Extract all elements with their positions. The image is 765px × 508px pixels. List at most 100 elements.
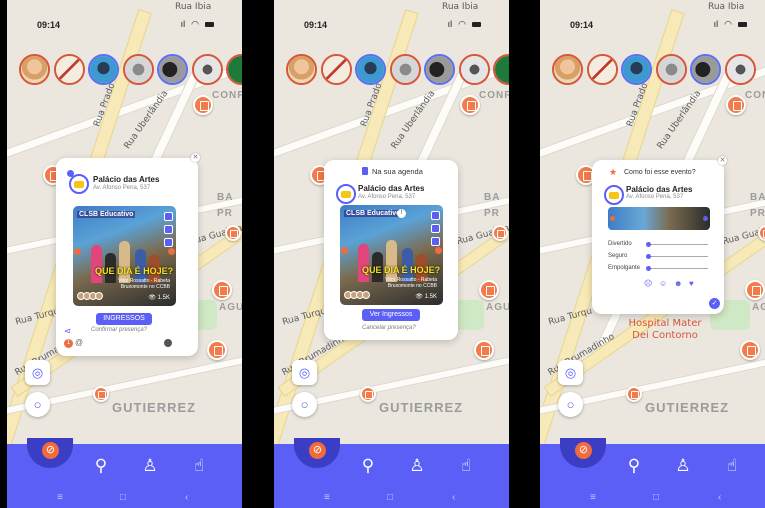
rating-slider-handle[interactable]: [646, 266, 651, 271]
locate-button[interactable]: ○: [25, 392, 50, 417]
back-icon[interactable]: ‹: [185, 492, 188, 503]
map-pin[interactable]: [460, 95, 480, 115]
calendar-icon[interactable]: [431, 224, 440, 233]
compass-icon[interactable]: ⊘: [307, 440, 328, 461]
search-icon[interactable]: ⚲: [356, 456, 380, 476]
profile-icon[interactable]: ♙: [671, 456, 695, 476]
map-pin[interactable]: [93, 386, 109, 402]
avatar[interactable]: [88, 54, 119, 85]
user-icon[interactable]: [164, 339, 172, 347]
prev-arrow-icon[interactable]: [74, 248, 81, 255]
rating-slider-handle[interactable]: [646, 242, 651, 247]
compass-icon[interactable]: ⊘: [573, 440, 594, 461]
menu-icon[interactable]: ≡: [57, 492, 63, 503]
avatar[interactable]: [655, 54, 687, 85]
confirm-attendance-link[interactable]: Confirmar presença?: [91, 327, 147, 333]
tickets-button[interactable]: INGRESSOS: [96, 313, 152, 325]
scan-button[interactable]: ◎: [558, 360, 583, 385]
back-icon[interactable]: ‹: [452, 492, 455, 503]
back-icon[interactable]: ‹: [718, 492, 721, 503]
next-arrow-icon[interactable]: [168, 248, 175, 255]
locate-button[interactable]: ○: [558, 392, 583, 417]
prev-arrow-icon[interactable]: [341, 247, 348, 254]
next-arrow-icon[interactable]: [435, 247, 442, 254]
share-icon[interactable]: ⋖: [64, 326, 72, 337]
compass-icon[interactable]: ⊘: [40, 440, 61, 461]
calendar-icon[interactable]: [164, 225, 173, 234]
avatar[interactable]: [157, 54, 188, 85]
map-pin[interactable]: [479, 280, 499, 300]
district-label: GUTIERREZ: [379, 400, 464, 415]
avatar[interactable]: [424, 54, 455, 85]
hand-icon[interactable]: ☝: [720, 456, 744, 476]
next-arrow-icon[interactable]: [703, 216, 708, 221]
avatar[interactable]: [389, 54, 421, 85]
info-icon[interactable]: [164, 238, 173, 247]
avatar[interactable]: [690, 54, 721, 85]
avatar[interactable]: [122, 54, 154, 85]
close-icon[interactable]: ✕: [718, 156, 727, 165]
hand-icon[interactable]: ☝: [187, 456, 211, 476]
map-pin[interactable]: [225, 225, 241, 241]
map-pin[interactable]: [207, 340, 227, 360]
rating-slider-exciting[interactable]: [646, 268, 708, 269]
share-icon[interactable]: [164, 212, 173, 221]
prev-arrow-icon[interactable]: [610, 216, 615, 221]
happy-face-icon[interactable]: ☻: [674, 279, 682, 288]
rating-slider-fun[interactable]: [646, 244, 708, 245]
event-poster[interactable]: CLSB Educativo ! QUE DIA É HOJE? Vitor R…: [340, 205, 443, 305]
map-pin[interactable]: [740, 340, 760, 360]
neutral-face-icon[interactable]: ☺: [659, 279, 667, 288]
avatar[interactable]: [458, 54, 490, 85]
map-pin[interactable]: [745, 280, 765, 300]
map-pin[interactable]: [474, 340, 494, 360]
share-icon[interactable]: [431, 211, 440, 220]
map-pin[interactable]: [212, 280, 232, 300]
view-tickets-button[interactable]: Ver Ingressos: [362, 309, 420, 321]
sad-face-icon[interactable]: ☹: [644, 279, 652, 288]
event-thumbnail[interactable]: [608, 207, 710, 230]
locate-button[interactable]: ○: [292, 392, 317, 417]
avatar[interactable]: [226, 54, 242, 85]
battery-icon: [738, 22, 747, 27]
info-icon[interactable]: [431, 237, 440, 246]
event-poster[interactable]: CLSB Educativo QUE DIA É HOJE? Vitor Ros…: [73, 206, 176, 306]
profile-icon[interactable]: ♙: [138, 456, 162, 476]
scan-button[interactable]: ◎: [292, 360, 317, 385]
hand-icon[interactable]: ☝: [454, 456, 478, 476]
avatar[interactable]: [355, 54, 386, 85]
map-pin[interactable]: [626, 386, 642, 402]
avatar[interactable]: [724, 54, 756, 85]
map-pin[interactable]: [193, 95, 213, 115]
avatar[interactable]: [552, 54, 583, 85]
submit-check-icon[interactable]: ✓: [709, 298, 720, 309]
rating-slider-handle[interactable]: [646, 254, 651, 259]
info-icon[interactable]: !: [397, 209, 406, 218]
avatar[interactable]: [320, 54, 352, 85]
scan-button[interactable]: ◎: [25, 360, 50, 385]
rating-slider-safe[interactable]: [646, 256, 708, 257]
profile-icon[interactable]: ♙: [405, 456, 429, 476]
home-icon[interactable]: □: [120, 492, 126, 503]
close-icon[interactable]: ✕: [191, 153, 200, 162]
map-pin[interactable]: [492, 225, 508, 241]
search-icon[interactable]: ⚲: [622, 456, 646, 476]
friends-stories-row: [19, 54, 242, 88]
home-icon[interactable]: □: [387, 492, 393, 503]
heart-icon[interactable]: ♥: [689, 279, 694, 288]
avatar[interactable]: [53, 54, 85, 85]
avatar[interactable]: [19, 54, 50, 85]
home-icon[interactable]: □: [653, 492, 659, 503]
avatar[interactable]: [621, 54, 652, 85]
map-pin[interactable]: [726, 95, 746, 115]
avatar[interactable]: [286, 54, 317, 85]
menu-icon[interactable]: ≡: [324, 492, 330, 503]
map-pin[interactable]: [360, 386, 376, 402]
avatar[interactable]: [586, 54, 618, 85]
avatar[interactable]: [493, 54, 509, 85]
menu-icon[interactable]: ≡: [590, 492, 596, 503]
cancel-attendance-link[interactable]: Cancelar presença?: [362, 325, 416, 331]
mention-icon[interactable]: @: [75, 338, 83, 347]
avatar[interactable]: [191, 54, 223, 85]
search-icon[interactable]: ⚲: [89, 456, 113, 476]
